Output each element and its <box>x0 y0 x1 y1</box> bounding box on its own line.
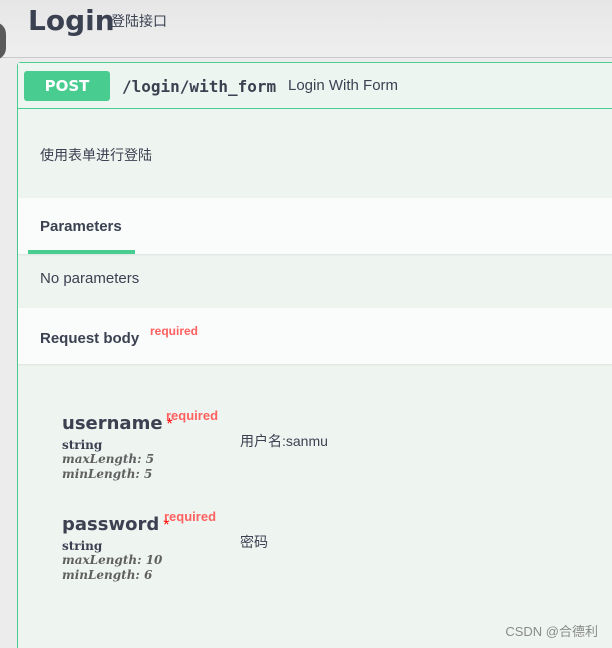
tag-description: 登陆接口 <box>111 13 167 29</box>
property-required: required <box>166 408 219 423</box>
property-username: username * required string maxLength: 5 m… <box>62 408 218 482</box>
property-password: password * required string maxLength: 10 … <box>62 509 216 583</box>
property-max-length: maxLength: 5 <box>62 452 155 466</box>
property-description: 密码 <box>240 534 268 550</box>
watermark: CSDN @合德利 <box>505 624 598 639</box>
operation-description: 使用表单进行登陆 <box>40 147 152 163</box>
property-type: string <box>62 438 103 452</box>
operation-path: /login/with_form <box>122 77 277 96</box>
operation-summary[interactable]: POST /login/with_form Login With Form <box>18 63 612 109</box>
tab-active-indicator <box>28 250 135 254</box>
property-name: password <box>62 514 160 535</box>
property-type: string <box>62 539 103 553</box>
property-max-length: maxLength: 10 <box>62 553 163 567</box>
request-body-title: Request body <box>40 330 140 347</box>
property-required: required <box>164 509 217 524</box>
tag-title: Login <box>28 4 115 37</box>
property-name: username <box>62 413 163 434</box>
tab-parameters[interactable]: Parameters <box>40 218 122 235</box>
property-min-length: minLength: 5 <box>62 467 153 481</box>
operation-block: POST /login/with_form Login With Form 使用… <box>17 62 612 648</box>
property-description: 用户名:sanmu <box>240 433 328 449</box>
parameters-header: Parameters <box>18 198 612 254</box>
method-badge: POST <box>24 71 110 101</box>
request-body-header: Request body required <box>18 308 612 364</box>
operation-summary-text: Login With Form <box>288 77 399 94</box>
property-min-length: minLength: 6 <box>62 568 153 582</box>
request-body-required: required <box>150 324 199 338</box>
no-parameters-text: No parameters <box>40 270 140 287</box>
tag-header[interactable]: Login 登陆接口 <box>0 0 612 58</box>
